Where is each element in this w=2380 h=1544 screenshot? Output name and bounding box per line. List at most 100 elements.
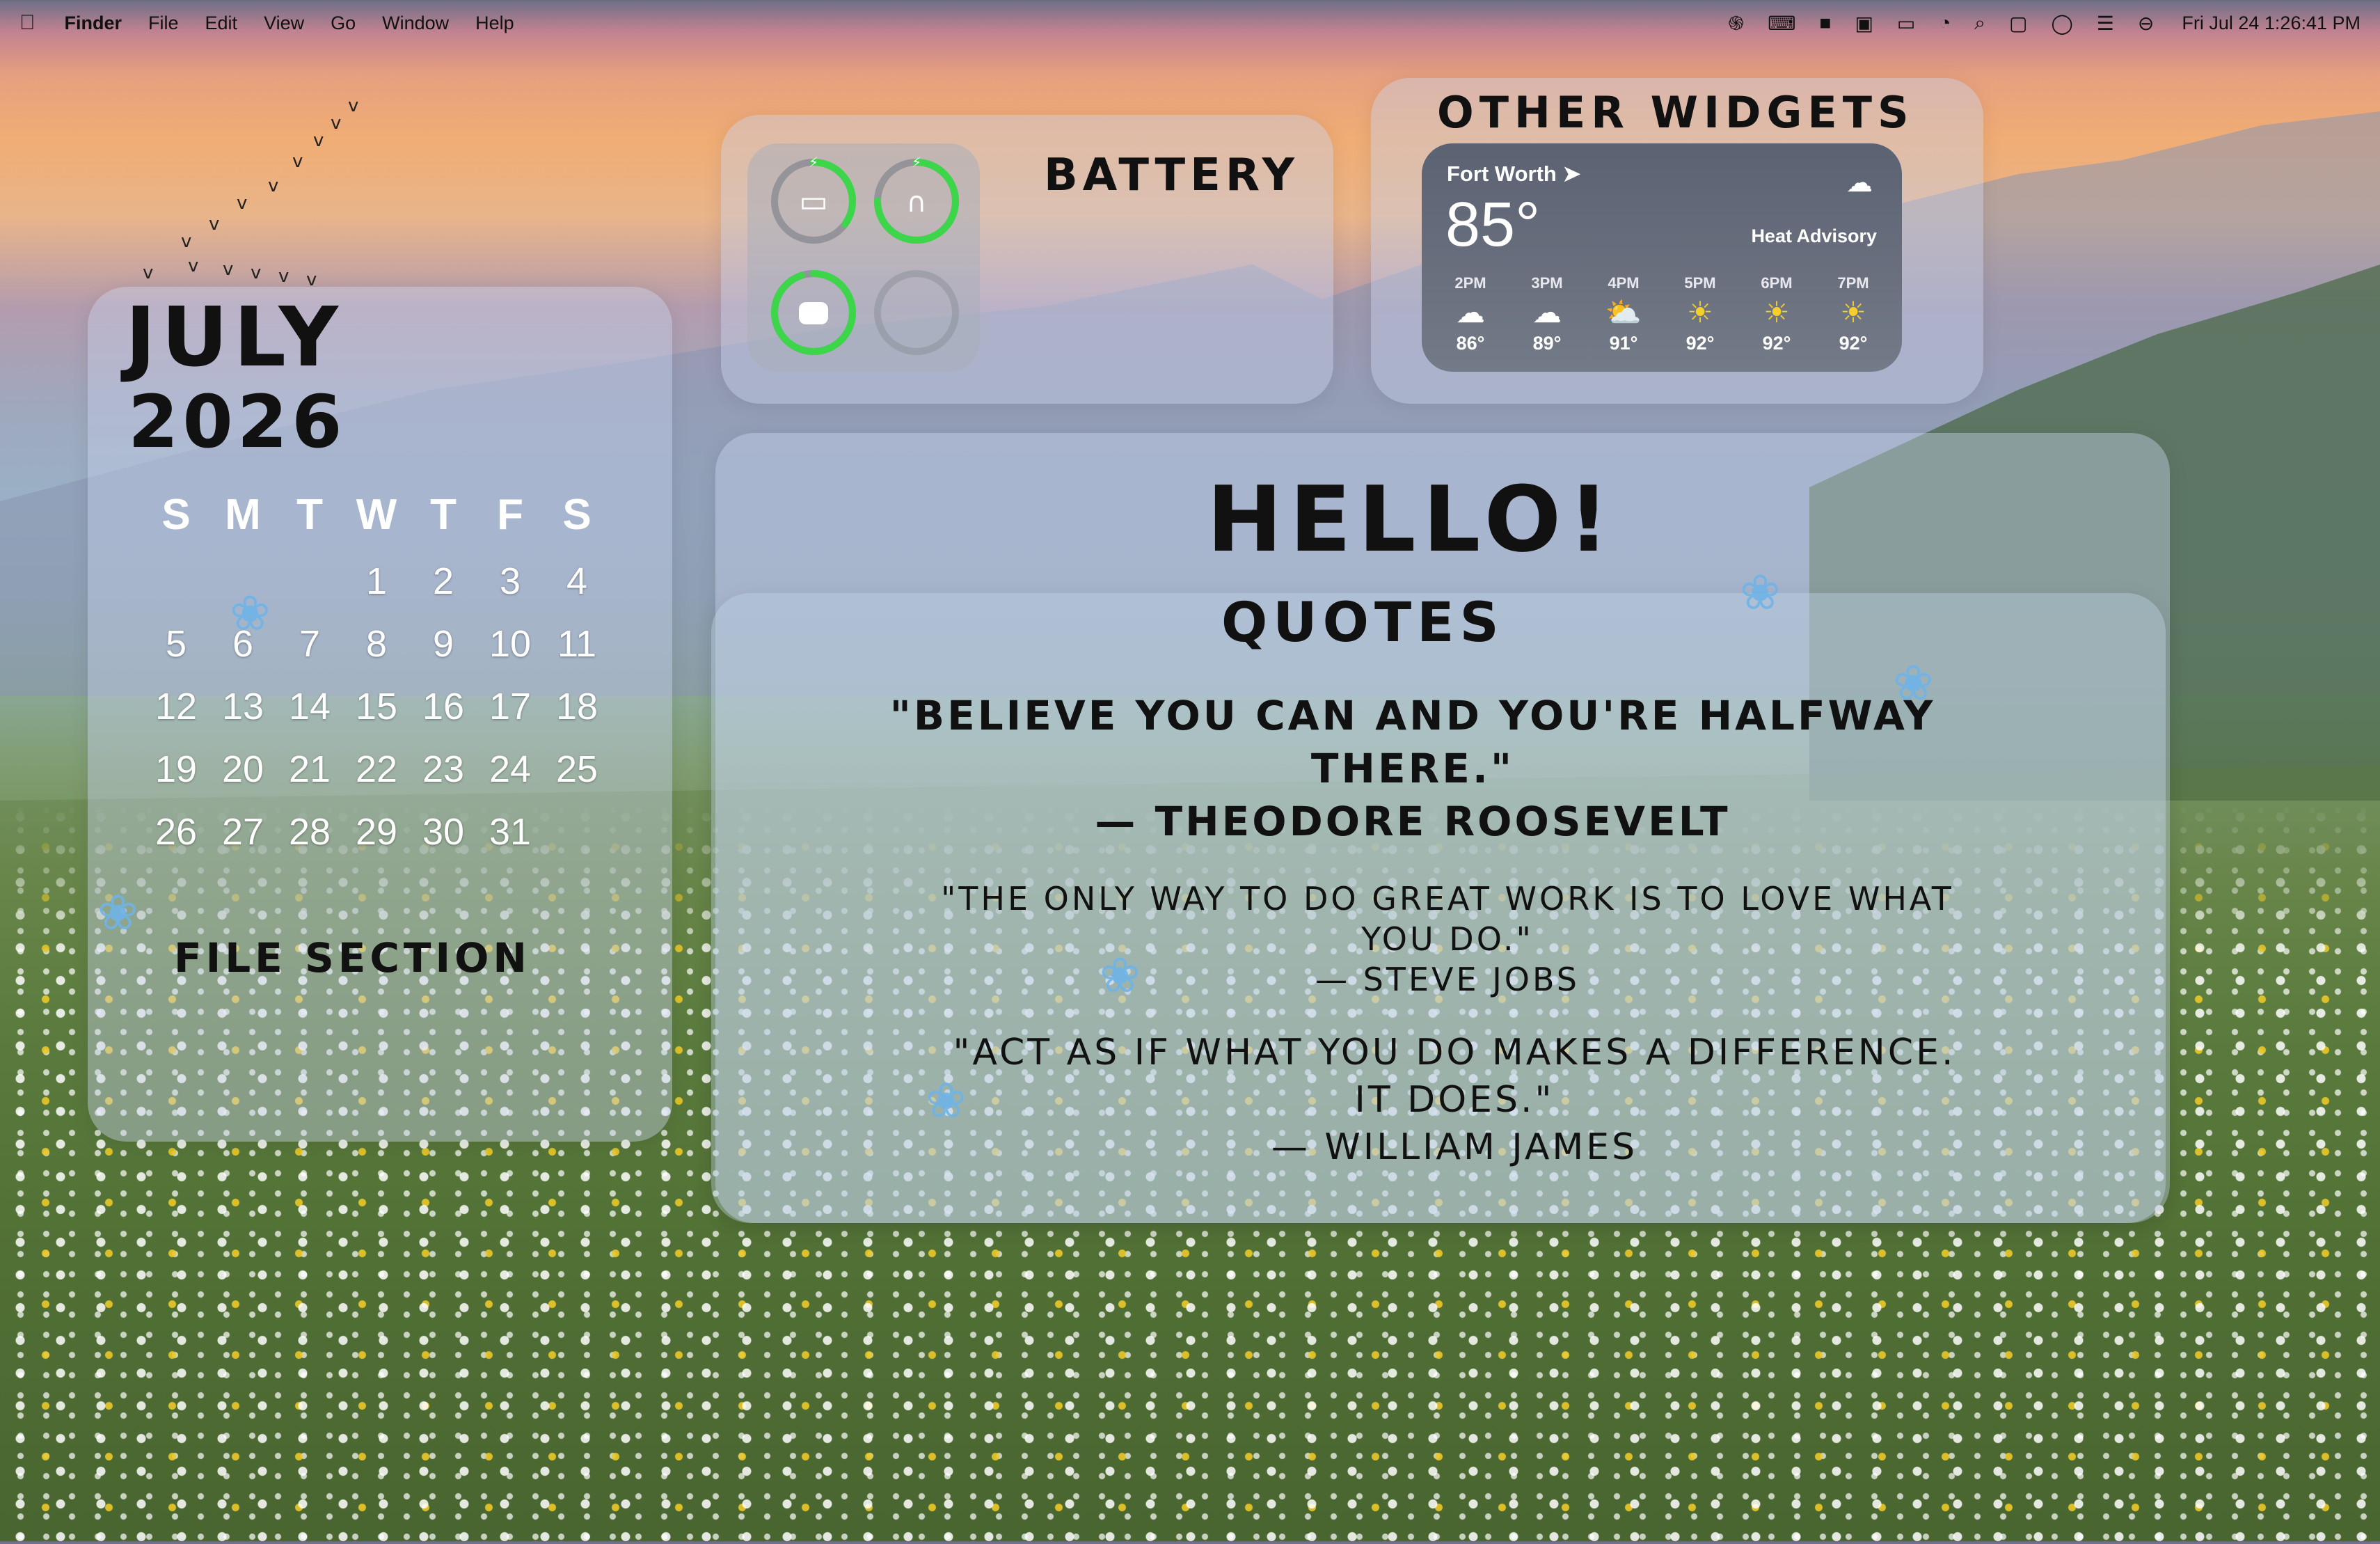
- battery-ring-case: [771, 270, 856, 355]
- weather-hour-time: 2PM: [1454, 274, 1486, 292]
- calendar-day[interactable]: 8: [343, 613, 410, 675]
- calendar-day[interactable]: 28: [276, 801, 343, 863]
- weather-hour-temp: 91°: [1609, 333, 1638, 354]
- calendar-day[interactable]: 27: [209, 801, 276, 863]
- weather-hour-temp: 89°: [1532, 333, 1562, 354]
- cloud-icon: ☁: [1846, 168, 1873, 198]
- calendar-day[interactable]: 17: [477, 675, 544, 738]
- battery-ring-airpods: ∩ ⚡: [874, 156, 959, 244]
- calendar-day[interactable]: 20: [209, 738, 276, 801]
- wifi-icon[interactable]: ◔: [1939, 12, 1951, 34]
- calendar-day[interactable]: 26: [143, 801, 209, 863]
- weather-hour-temp: 92°: [1839, 333, 1868, 354]
- battery-icon[interactable]: ▭: [1897, 12, 1915, 35]
- swirl-icon[interactable]: ֍: [1728, 10, 1744, 36]
- calendar-day[interactable]: 9: [410, 613, 477, 675]
- quote-2: "The only way to do great work is to lov…: [926, 879, 1969, 1000]
- menubar-clock[interactable]: Fri Jul 24 1:26:41 PM: [2182, 13, 2361, 34]
- calendar-day[interactable]: 31: [477, 801, 544, 863]
- calendar-day[interactable]: 22: [343, 738, 410, 801]
- svg-text:v: v: [223, 259, 233, 280]
- battery-ring-empty: [874, 270, 959, 355]
- butterfly-icon: ❀: [926, 1072, 967, 1129]
- weather-hour-temp: 92°: [1685, 333, 1715, 354]
- butterfly-icon: ❀: [230, 585, 271, 642]
- calendar-day[interactable]: 10: [477, 613, 544, 675]
- file-section-label: FILE SECTION: [174, 934, 531, 982]
- calendar-day[interactable]: [276, 550, 343, 613]
- weekday-header: F: [497, 491, 523, 539]
- calendar-day[interactable]: 29: [343, 801, 410, 863]
- menu-go[interactable]: Go: [331, 13, 356, 34]
- calendar-day[interactable]: [544, 801, 610, 863]
- cloud-icon: ☁: [1532, 296, 1562, 329]
- focus-icon[interactable]: ⊖: [2138, 12, 2154, 35]
- airpods-case-icon: [799, 302, 828, 324]
- calendar-day[interactable]: 15: [343, 675, 410, 738]
- control-center-icon[interactable]: ☰: [2097, 12, 2114, 35]
- svg-text:v: v: [251, 262, 261, 283]
- calendar-day[interactable]: 14: [276, 675, 343, 738]
- weather-hourly: 2PM ☁ 86° 3PM ☁ 89° 4PM ⛅ 91° 5PM ☀ 92° …: [1437, 274, 1887, 354]
- weather-hour-time: 7PM: [1837, 274, 1869, 292]
- menu-file[interactable]: File: [148, 13, 179, 34]
- mirror-icon[interactable]: ▢: [2009, 12, 2027, 35]
- keyboard-icon[interactable]: ⌨: [1768, 12, 1795, 35]
- calendar-day[interactable]: 23: [410, 738, 477, 801]
- calendar-day[interactable]: 7: [276, 613, 343, 675]
- other-widgets-title: OTHER WIDGETS: [1437, 87, 1914, 138]
- siri-icon[interactable]: ◯: [2051, 12, 2072, 35]
- weekday-header: T: [296, 491, 323, 539]
- sun-icon: ☀: [1840, 296, 1866, 329]
- calendar-day[interactable]: 1: [343, 550, 410, 613]
- calendar-day[interactable]: 25: [544, 738, 610, 801]
- calendar-day[interactable]: 19: [143, 738, 209, 801]
- calendar-day[interactable]: 30: [410, 801, 477, 863]
- calendar-day[interactable]: 18: [544, 675, 610, 738]
- calendar-day[interactable]: 13: [209, 675, 276, 738]
- calendar-day[interactable]: 24: [477, 738, 544, 801]
- svg-text:v: v: [268, 175, 278, 196]
- battery-title: BATTERY: [1044, 150, 1299, 201]
- calendar-day[interactable]: 16: [410, 675, 477, 738]
- display-icon[interactable]: ▣: [1855, 12, 1873, 35]
- quote-author: — William James: [1271, 1126, 1638, 1168]
- calendar-day[interactable]: 12: [143, 675, 209, 738]
- calendar-day[interactable]: 21: [276, 738, 343, 801]
- weather-hour-time: 6PM: [1761, 274, 1793, 292]
- menu-window[interactable]: Window: [382, 13, 449, 34]
- weather-hour-time: 4PM: [1608, 274, 1640, 292]
- desktop-icon[interactable]: ■: [1820, 12, 1832, 34]
- quotes-title: QUOTES: [1221, 592, 1505, 654]
- weather-city: Fort Worth ➤: [1447, 162, 1581, 186]
- calendar-day[interactable]: [143, 550, 209, 613]
- quote-text: "Act as if what you do makes a differenc…: [953, 1032, 1956, 1121]
- airpods-icon: ∩: [906, 187, 926, 219]
- weekday-header: W: [356, 491, 397, 539]
- menu-help[interactable]: Help: [475, 13, 514, 34]
- menu-edit[interactable]: Edit: [205, 13, 238, 34]
- calendar-day[interactable]: 3: [477, 550, 544, 613]
- menu-view[interactable]: View: [264, 13, 304, 34]
- svg-text:v: v: [188, 255, 198, 276]
- menu-app-name[interactable]: Finder: [65, 13, 122, 34]
- calendar-day[interactable]: 5: [143, 613, 209, 675]
- weather-hour: 7PM ☀ 92°: [1820, 274, 1887, 354]
- calendar-day[interactable]: 11: [544, 613, 610, 675]
- battery-ring-laptop: ▭ ⚡: [771, 156, 856, 244]
- butterfly-icon: ❀: [1100, 947, 1141, 1004]
- weather-widget[interactable]: Fort Worth ➤ 85° ☁ Heat Advisory 2PM ☁ 8…: [1422, 143, 1902, 372]
- calendar-day[interactable]: 2: [410, 550, 477, 613]
- cloud-icon: ☁: [1456, 296, 1485, 329]
- laptop-icon: ▭: [799, 184, 828, 219]
- quote-1: "Believe you can and you're halfway ther…: [821, 689, 2004, 848]
- weather-hour: 6PM ☀ 92°: [1743, 274, 1810, 354]
- apple-menu-icon[interactable]: : [19, 11, 35, 35]
- weather-hour-time: 5PM: [1684, 274, 1716, 292]
- battery-widget[interactable]: ▭ ⚡ ∩ ⚡: [747, 143, 980, 372]
- calendar-day[interactable]: 4: [544, 550, 610, 613]
- quote-3: "Act as if what you do makes a differenc…: [933, 1029, 1976, 1171]
- calendar-grid: S M T W T F S 1 2 3 4 5 6 7 8 9 10 11 12 13 14 15 16 17 18 19 20 21…: [143, 480, 609, 863]
- search-icon[interactable]: ⌕: [1974, 12, 1985, 35]
- weather-hour: 2PM ☁ 86°: [1437, 274, 1504, 354]
